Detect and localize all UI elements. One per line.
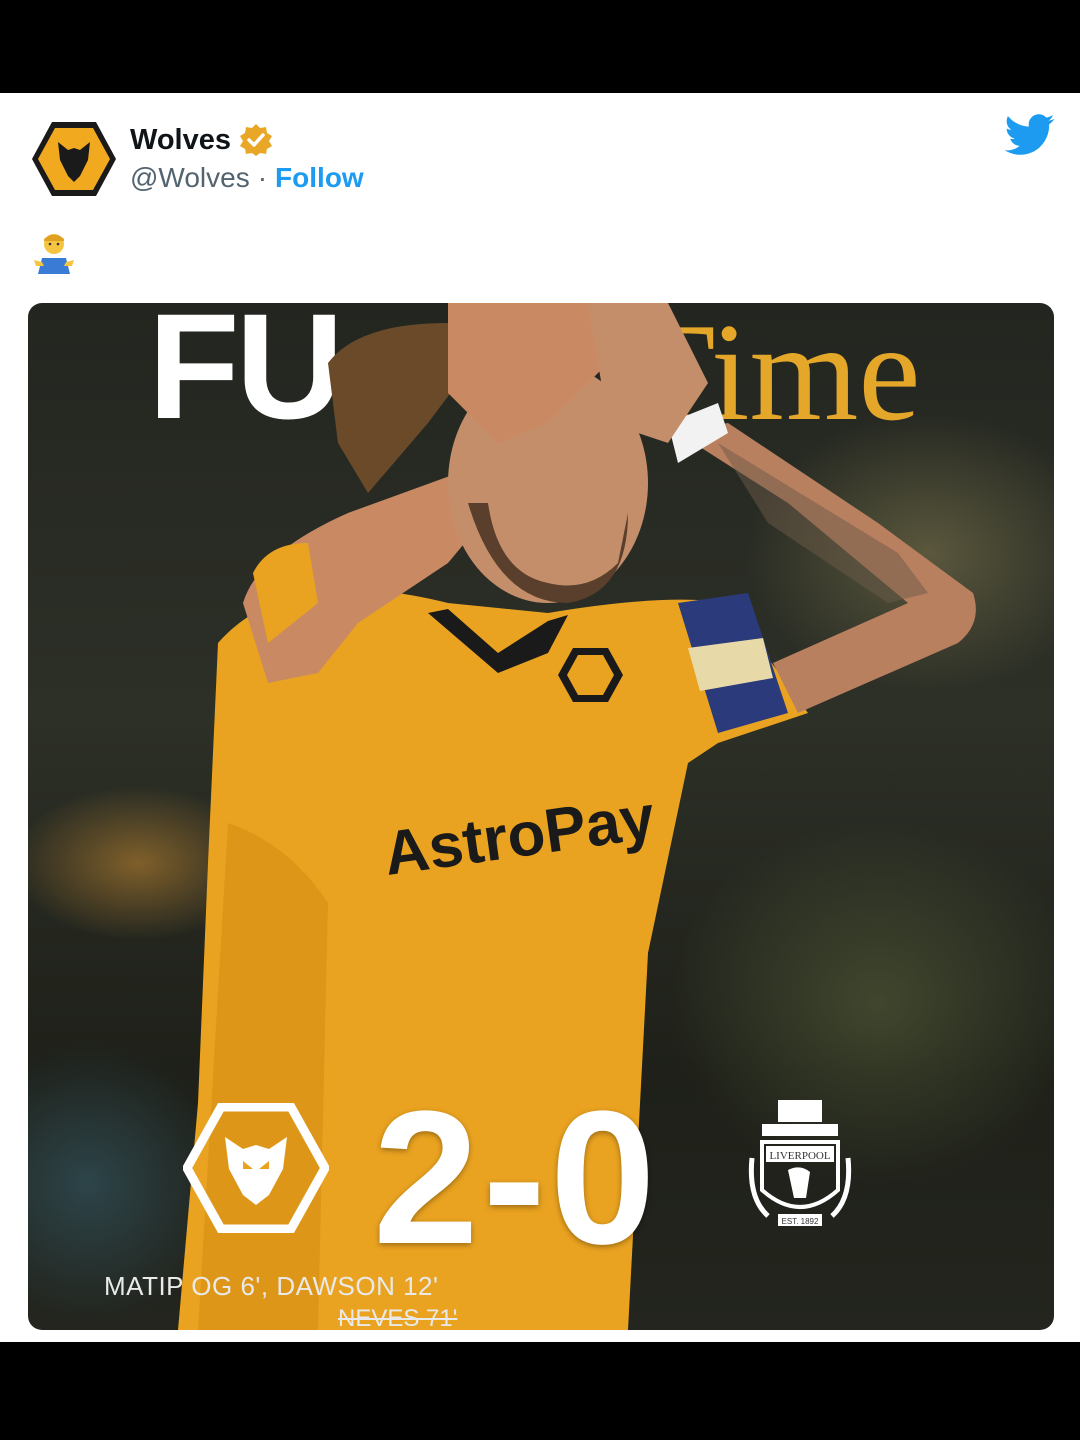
account-name[interactable]: Wolves <box>130 124 231 157</box>
lfc-crest-subtext: EST. 1892 <box>782 1217 819 1226</box>
scorers-line-1: MATIP OG 6', DAWSON 12' <box>104 1271 439 1301</box>
tweet-media-image[interactable]: FU Time AstroPay 2-0 LIVERPOOL EST. 1892… <box>28 303 1054 1330</box>
follow-button[interactable]: Follow <box>275 162 364 194</box>
handle-row: @Wolves · Follow <box>130 162 364 194</box>
match-score: 2-0 <box>373 1072 660 1284</box>
scorers-line-2: NEVES 71' <box>338 1305 458 1330</box>
verified-badge-icon <box>240 124 273 156</box>
liverpool-crest-icon: LIVERPOOL EST. 1892 <box>748 1100 852 1226</box>
account-handle[interactable]: @Wolves <box>130 162 250 194</box>
twitter-logo-icon[interactable] <box>1004 114 1056 156</box>
lfc-crest-text: LIVERPOOL <box>769 1150 830 1162</box>
shrug-emoji <box>34 234 74 274</box>
account-name-row: Wolves <box>130 120 273 160</box>
separator-dot: · <box>257 162 268 193</box>
wolves-avatar[interactable] <box>30 120 118 198</box>
wolves-crest-icon <box>183 1103 329 1233</box>
